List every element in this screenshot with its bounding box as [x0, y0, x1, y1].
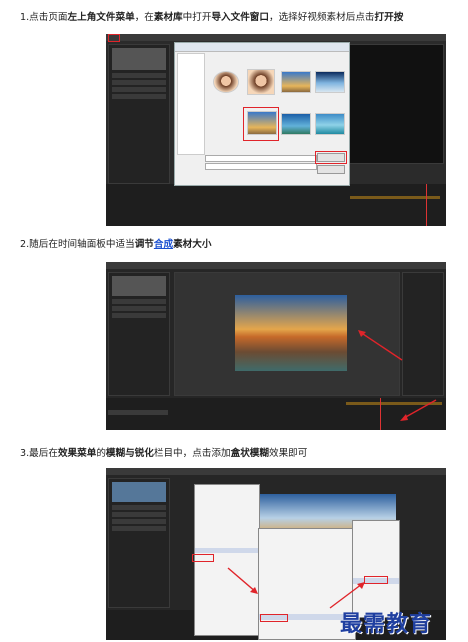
caption-text: 素材大小	[173, 239, 212, 250]
selected-file-highlight	[243, 107, 279, 141]
screenshot-composition	[106, 262, 446, 430]
app-menubar	[106, 468, 446, 475]
effect-menu-item-highlight	[192, 554, 214, 562]
annotation-arrow	[358, 330, 403, 361]
caption-text: 盒状模糊	[230, 448, 269, 459]
caption-text: 效果即可	[269, 448, 308, 459]
composition-image	[235, 295, 347, 371]
caption-text: 打开按	[374, 12, 404, 23]
app-menubar	[106, 34, 446, 41]
project-panel	[108, 272, 170, 396]
thumbnail-1[interactable]	[213, 71, 239, 93]
caption-text: ，在	[134, 12, 154, 23]
caption-text: 效果菜单	[57, 448, 97, 459]
project-panel	[108, 478, 170, 608]
annotation-arrow	[227, 567, 258, 594]
import-file-dialog	[174, 42, 350, 186]
caption-text: 调节	[134, 239, 154, 250]
step-2-caption: 2.随后在时间轴面板中适当调节合成素材大小	[20, 238, 460, 252]
step-1-caption: 1.点击页面左上角文件菜单，在素材库中打开导入文件窗口，选择好视频素材后点击打开…	[20, 11, 460, 25]
annotation-arrow-2	[400, 399, 437, 421]
brand-watermark: 最需教育	[340, 611, 433, 637]
blur-sharpen-highlight	[260, 614, 288, 622]
caption-text: 中打开	[182, 12, 212, 23]
info-panel	[402, 272, 444, 396]
caption-text: 中适当	[105, 239, 135, 250]
thumbnail-3[interactable]	[281, 71, 311, 93]
caption-text: 的	[96, 448, 106, 459]
caption-text: 模糊与锐化	[105, 448, 154, 459]
caption-text: 左上角文件菜单	[67, 12, 135, 23]
app-menubar	[106, 262, 446, 269]
caption-text: 时间轴面板	[57, 239, 106, 250]
screenshot-import-dialog	[106, 34, 446, 226]
caption-link[interactable]: 合成	[154, 239, 173, 250]
timeline-panel	[106, 398, 446, 430]
caption-text: 3.最后在	[20, 448, 58, 459]
timeline-panel	[106, 184, 446, 226]
step-3-caption: 3.最后在效果菜单的模糊与锐化栏目中，点击添加盒状模糊效果即可	[20, 447, 460, 461]
thumbnail-4[interactable]	[315, 71, 345, 93]
caption-text: ，选择好视频素材后点击	[269, 12, 375, 23]
thumbnail-2[interactable]	[247, 69, 275, 95]
caption-text: 素材库	[153, 12, 183, 23]
thumbnail-6[interactable]	[281, 113, 311, 135]
caption-text: 栏目中，点击添加	[153, 448, 231, 459]
thumbnail-7[interactable]	[315, 113, 345, 135]
caption-text: 1.点击页面	[20, 12, 68, 23]
preview-panel	[346, 44, 444, 164]
cancel-button[interactable]	[317, 165, 345, 174]
caption-text: 导入文件窗口	[211, 12, 269, 23]
caption-text: 2.随后在	[20, 239, 58, 250]
file-menu-highlight	[108, 34, 120, 42]
open-button-highlight	[315, 151, 347, 164]
project-panel	[108, 44, 170, 184]
